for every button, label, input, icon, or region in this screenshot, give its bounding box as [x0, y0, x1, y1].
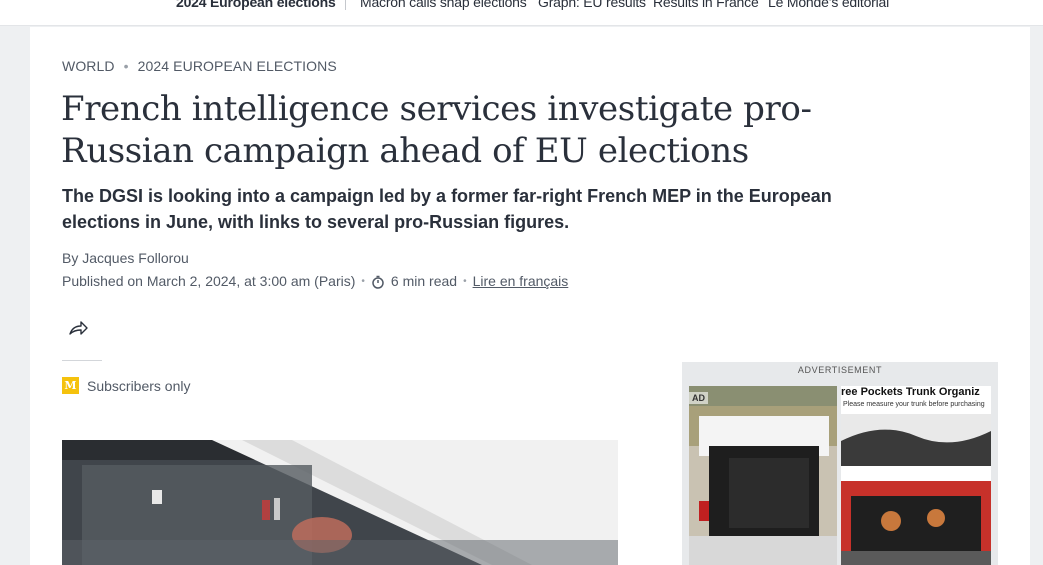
author-byline: By Jacques Follorou — [62, 250, 189, 266]
ad-product-panel[interactable]: ree Pockets Trunk Organiz Please measure… — [841, 386, 991, 565]
share-icon[interactable] — [68, 320, 88, 336]
article-description: The DGSI is looking into a campaign led … — [62, 186, 832, 232]
article-title: French intelligence services investigate… — [61, 89, 812, 171]
article-photo — [62, 440, 618, 565]
nav-item-eu-results[interactable]: Graph: EU results — [538, 0, 646, 10]
le-monde-badge-icon: M — [62, 377, 79, 394]
nav-item-editorial[interactable]: Le Monde’s editorial — [768, 0, 889, 10]
truck-image — [689, 386, 837, 565]
meta-separator: • — [463, 275, 467, 287]
timer-icon — [372, 275, 384, 289]
meta-separator: • — [361, 275, 365, 287]
nav-item-european-elections[interactable]: 2024 European elections — [176, 0, 336, 10]
breadcrumb: World • 2024 European elections — [62, 58, 337, 74]
nav-divider — [345, 0, 346, 10]
nav-item-snap-elections[interactable]: Macron calls snap elections — [360, 0, 527, 10]
divider — [62, 360, 102, 361]
breadcrumb-separator: • — [123, 58, 129, 74]
ad-truck-image[interactable] — [689, 386, 837, 565]
breadcrumb-european-elections[interactable]: 2024 European elections — [138, 58, 337, 74]
subscribers-only-text: Subscribers only — [87, 377, 191, 394]
french-version-link[interactable]: Lire en français — [473, 273, 569, 289]
read-time: 6 min read — [390, 273, 458, 289]
publication-meta: Published on March 2, 2024, at 3:00 am (… — [62, 273, 568, 289]
ad-tag: AD — [689, 392, 708, 404]
advertisement[interactable]: Advertisement AD ree Pockets Trunk Organ… — [682, 362, 998, 565]
top-navigation: 2024 European elections Macron calls sna… — [0, 0, 1043, 26]
breadcrumb-world[interactable]: World — [62, 58, 115, 74]
product-image — [841, 414, 991, 565]
subscribers-only-label: M Subscribers only — [62, 377, 191, 394]
advertisement-label: Advertisement — [797, 365, 883, 375]
publication-date: Published on March 2, 2024, at 3:00 am (… — [62, 273, 356, 289]
nav-item-results-france[interactable]: Results in France — [653, 0, 759, 10]
photo-image — [62, 440, 618, 565]
